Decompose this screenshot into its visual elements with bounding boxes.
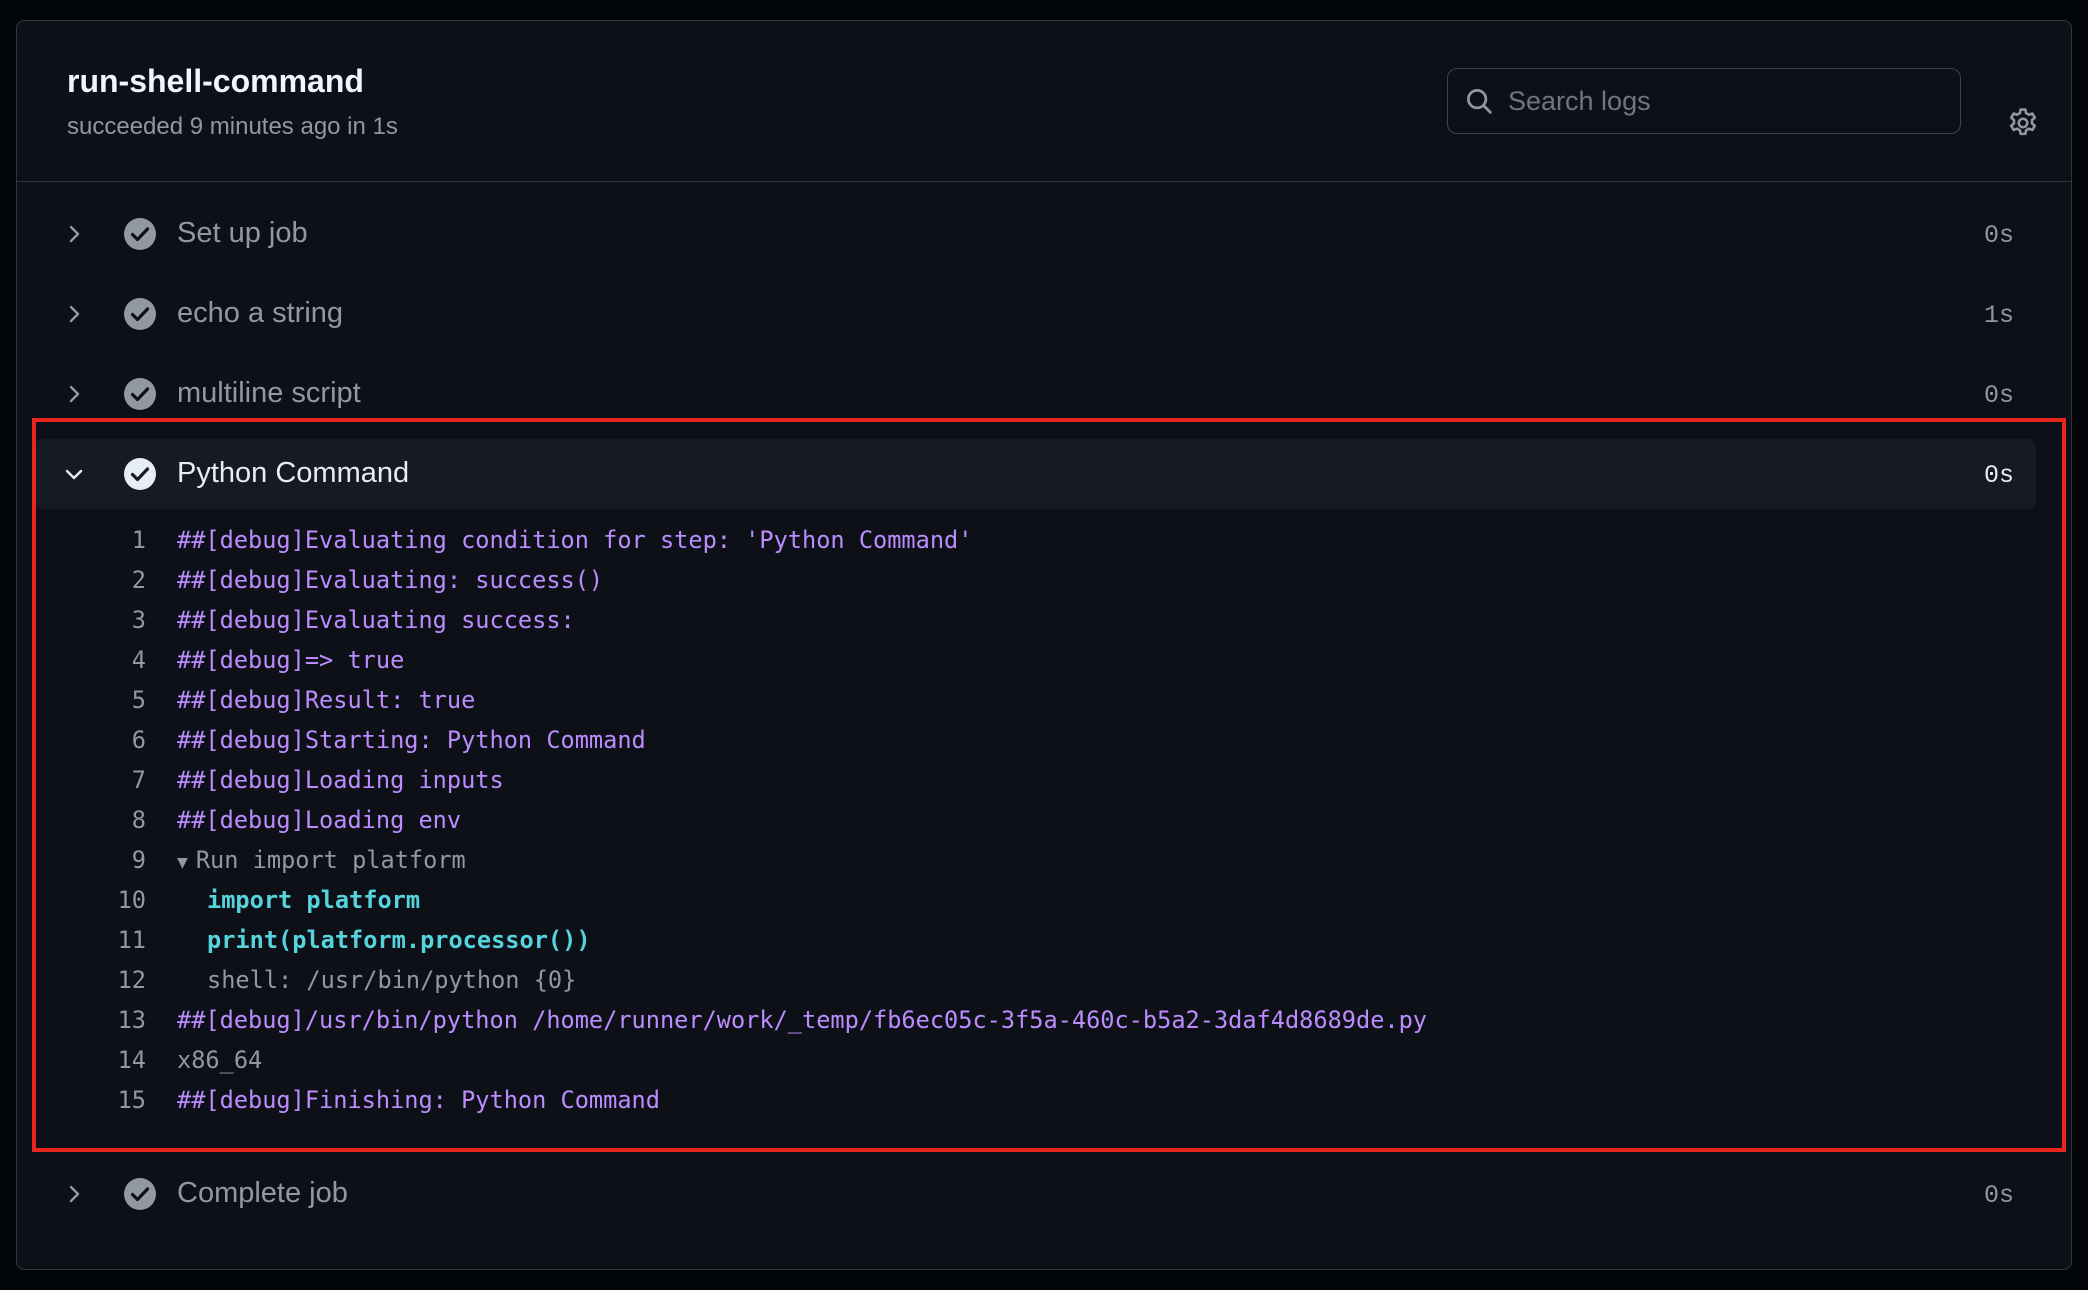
step-duration: 0s (1983, 221, 2014, 250)
log-group-title: Run import platform (195, 846, 466, 874)
log-line: 15 ##[debug]Finishing: Python Command (34, 1080, 2036, 1120)
log-text: x86_64 (177, 1046, 263, 1074)
line-number[interactable]: 4 (86, 640, 146, 680)
line-number[interactable]: 3 (86, 600, 146, 640)
log-line: 2 ##[debug]Evaluating: success() (34, 560, 2036, 600)
step-name: Complete job (177, 1177, 348, 1209)
chevron-right-icon (69, 225, 80, 243)
line-number[interactable]: 14 (86, 1040, 146, 1080)
step-name: Set up job (177, 217, 308, 249)
search-icon (1467, 89, 1492, 114)
line-number[interactable]: 8 (86, 800, 146, 840)
step-duration: 0s (1983, 461, 2014, 490)
step-row-python-command[interactable]: Python Command 0s (34, 439, 2036, 509)
step-name: Python Command (177, 457, 410, 489)
step-log-output: 1 ##[debug]Evaluating condition for step:… (34, 520, 2036, 1120)
chevron-right-icon (69, 1185, 80, 1203)
search-logs-input[interactable] (1508, 85, 1960, 117)
check-circle-icon (124, 218, 156, 250)
log-text: print(platform.processor()) (207, 926, 591, 954)
chevron-right-icon (69, 305, 80, 323)
log-text: import platform (207, 886, 421, 914)
line-number[interactable]: 7 (86, 760, 146, 800)
step-name: multiline script (177, 377, 361, 409)
log-line: 10 import platform (34, 880, 2036, 920)
step-duration: 0s (1983, 1181, 2014, 1210)
settings-button[interactable] (2005, 105, 2041, 141)
log-text: ##[debug]Starting: Python Command (177, 726, 646, 754)
log-line: 8 ##[debug]Loading env (34, 800, 2036, 840)
line-number[interactable]: 15 (86, 1080, 146, 1120)
log-text: ##[debug]/usr/bin/python /home/runner/wo… (177, 1006, 1428, 1034)
check-circle-icon (124, 1178, 156, 1210)
log-text: shell: /usr/bin/python {0} (207, 966, 577, 994)
log-text: ##[debug]Evaluating: success() (177, 566, 604, 594)
step-row-echo-a-string[interactable]: echo a string 1s (34, 279, 2036, 349)
job-header: run-shell-command succeeded 9 minutes ag… (17, 21, 2071, 182)
line-number[interactable]: 9 (86, 840, 146, 880)
line-number[interactable]: 1 (86, 520, 146, 560)
log-line: 1 ##[debug]Evaluating condition for step:… (34, 520, 2036, 560)
line-number[interactable]: 10 (86, 880, 146, 920)
log-text: ##[debug]=> true (177, 646, 405, 674)
check-circle-icon (124, 298, 156, 330)
step-row-complete-job[interactable]: Complete job 0s (34, 1159, 2036, 1229)
log-line: 5 ##[debug]Result: true (34, 680, 2036, 720)
step-duration: 1s (1983, 301, 2014, 330)
line-number[interactable]: 2 (86, 560, 146, 600)
line-number[interactable]: 13 (86, 1000, 146, 1040)
triangle-down-icon[interactable]: ▼ (177, 852, 188, 873)
log-line: 6 ##[debug]Starting: Python Command (34, 720, 2036, 760)
check-circle-icon (124, 458, 156, 490)
line-number[interactable]: 5 (86, 680, 146, 720)
log-text: ##[debug]Loading inputs (177, 766, 504, 794)
search-logs-box[interactable] (1447, 68, 1961, 134)
log-line: 4 ##[debug]=> true (34, 640, 2036, 680)
chevron-right-icon (69, 385, 80, 403)
log-line: 11 print(platform.processor()) (34, 920, 2036, 960)
check-circle-icon (124, 378, 156, 410)
log-line: 13 ##[debug]/usr/bin/python /home/runner/… (34, 1000, 2036, 1040)
log-text: ##[debug]Finishing: Python Command (177, 1086, 660, 1114)
log-line: 12 shell: /usr/bin/python {0} (34, 960, 2036, 1000)
line-number[interactable]: 12 (86, 960, 146, 1000)
step-name: echo a string (177, 297, 344, 329)
line-number[interactable]: 11 (86, 920, 146, 960)
log-text: ##[debug]Loading env (177, 806, 462, 834)
step-row-set-up-job[interactable]: Set up job 0s (34, 199, 2036, 269)
step-duration: 0s (1983, 381, 2014, 410)
job-title: run-shell-command (67, 63, 364, 99)
log-line: 7 ##[debug]Loading inputs (34, 760, 2036, 800)
log-line: 14 x86_64 (34, 1040, 2036, 1080)
line-number[interactable]: 6 (86, 720, 146, 760)
log-text: ##[debug]Result: true (177, 686, 476, 714)
gear-icon (2009, 108, 2037, 136)
chevron-down-icon (65, 469, 83, 480)
job-status-text: succeeded 9 minutes ago in 1s (67, 113, 398, 140)
log-line: 3 ##[debug]Evaluating success: (34, 600, 2036, 640)
log-text: ##[debug]Evaluating success: (177, 606, 575, 634)
log-text: ##[debug]Evaluating condition for step: … (177, 526, 973, 554)
log-group-toggle[interactable]: 9 ▼ Run import platform (34, 840, 2036, 880)
step-row-multiline-script[interactable]: multiline script 0s (34, 359, 2036, 429)
